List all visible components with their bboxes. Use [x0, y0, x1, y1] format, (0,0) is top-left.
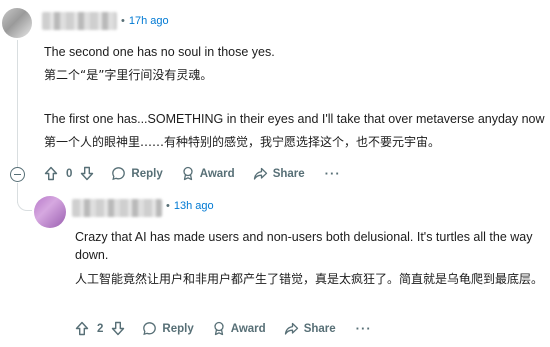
collapse-thread-button[interactable] — [10, 167, 25, 182]
downvote-icon[interactable] — [111, 321, 125, 336]
comment-body-paragraph: Crazy that AI has made users and non-use… — [75, 230, 533, 262]
comment-body-line: The second one has no soul in those yes. — [44, 45, 275, 59]
timestamp-link[interactable]: 17h ago — [129, 15, 169, 27]
comment-actions: 2 Reply Award Share ··· — [75, 321, 372, 336]
comment-meta: • 13h ago — [166, 200, 214, 212]
reply-label: Reply — [131, 167, 163, 180]
username-redacted[interactable] — [42, 12, 117, 30]
share-button[interactable]: Share — [253, 167, 305, 181]
award-label: Award — [230, 322, 266, 335]
comment-actions: 0 Reply Award Share ··· — [44, 166, 341, 181]
avatar[interactable] — [2, 8, 32, 38]
more-options-button[interactable]: ··· — [325, 166, 341, 181]
minus-icon — [14, 173, 21, 176]
share-icon — [253, 167, 267, 180]
award-label: Award — [199, 167, 235, 180]
downvote-icon[interactable] — [80, 166, 94, 181]
award-button[interactable]: Award — [181, 166, 235, 181]
more-icon: ··· — [324, 166, 341, 181]
more-icon: ··· — [355, 321, 372, 336]
upvote-icon[interactable] — [44, 166, 58, 181]
upvote-icon[interactable] — [75, 321, 89, 336]
comment-body-line: 第二个“是”字里行间没有灵魂。 — [44, 68, 213, 82]
comment-body-line: The first one has...SOMETHING in their e… — [44, 112, 545, 126]
reply-button[interactable]: Reply — [142, 321, 194, 336]
award-icon — [183, 166, 193, 181]
reply-icon — [143, 322, 157, 336]
vote-count: 2 — [97, 322, 104, 335]
award-button[interactable]: Award — [212, 321, 266, 336]
share-icon — [284, 322, 298, 335]
reply-button[interactable]: Reply — [111, 166, 163, 181]
award-icon — [214, 321, 224, 336]
share-label: Share — [303, 322, 336, 335]
meta-separator: • — [166, 200, 170, 212]
reply-icon — [112, 167, 126, 181]
reply-label: Reply — [162, 322, 194, 335]
thread-branch — [17, 196, 32, 211]
share-button[interactable]: Share — [284, 322, 336, 336]
vote-count: 0 — [66, 167, 73, 180]
vote-group: 0 — [44, 166, 94, 181]
comment-body-line: 第一个人的眼神里……有种特别的感觉，我宁愿选择这个，也不要元宇宙。 — [44, 135, 441, 149]
more-options-button[interactable]: ··· — [356, 321, 372, 336]
share-label: Share — [272, 167, 305, 180]
meta-separator: • — [121, 15, 125, 27]
comment-body-paragraph: 人工智能竟然让用户和非用户都产生了错觉，真是太疯狂了。简直就是乌龟爬到最底层。 — [75, 272, 544, 286]
thread-line — [17, 40, 18, 168]
username-redacted[interactable] — [72, 199, 162, 217]
comment-meta: • 17h ago — [121, 15, 169, 27]
vote-group: 2 — [75, 321, 125, 336]
avatar[interactable] — [34, 196, 66, 228]
timestamp-link[interactable]: 13h ago — [174, 200, 214, 212]
